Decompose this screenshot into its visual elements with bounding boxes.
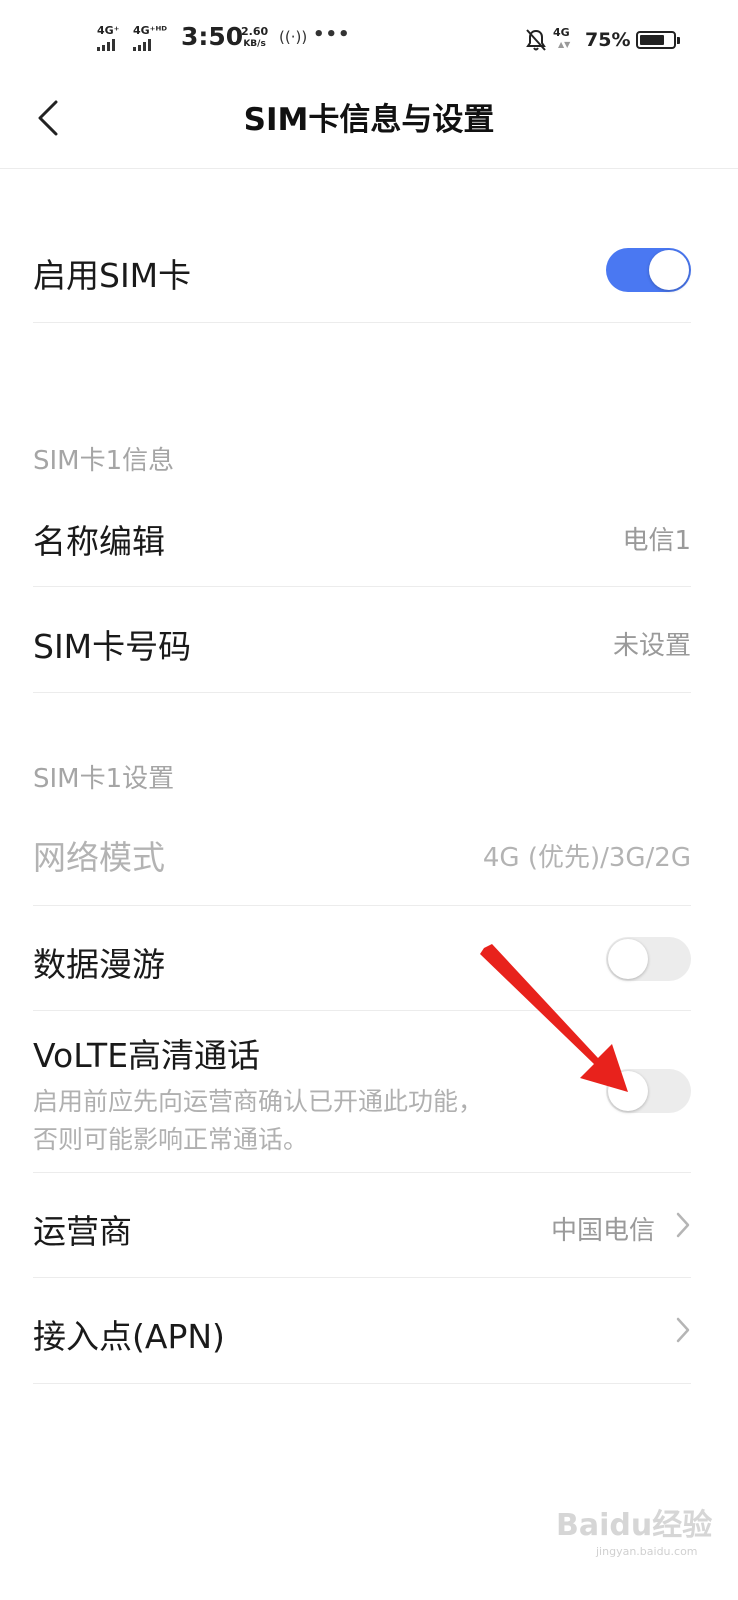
network-mode-label: 网络模式 [33,838,165,877]
battery-percent: 75% [585,29,631,51]
volte-label: VoLTE高清通话 [33,1036,261,1075]
sim2-network-type: 4G⁺ᴴᴰ [133,24,168,37]
sim-number-row[interactable]: SIM卡号码 未设置 [33,587,691,693]
mobile-data-type: 4G [553,26,570,39]
sim-number-value: 未设置 [612,631,691,661]
speed-unit: KB/s [243,39,266,49]
apn-label: 接入点(APN) [33,1317,225,1356]
data-roaming-label: 数据漫游 [33,945,165,984]
status-bar: 4G⁺ 4G⁺ᴴᴰ 3:50 2.60 KB/s ((·)) ••• 4G ▲▼… [0,0,738,80]
carrier-row[interactable]: 运营商 中国电信 [33,1173,691,1278]
sim-info-section-title: SIM卡1信息 [33,446,175,476]
volte-description-line2: 否则可能影响正常通话。 [33,1125,309,1154]
enable-sim-row[interactable]: 启用SIM卡 [33,215,691,323]
chevron-right-icon [676,1212,690,1238]
speed-value: 2.60 [241,25,269,38]
data-activity-icon: ▲▼ [558,40,571,49]
clock: 3:50 [181,22,244,51]
network-speed: 2.60 KB/s [241,26,268,50]
sim1-network-type: 4G⁺ [97,24,120,37]
sim-number-label: SIM卡号码 [33,627,192,666]
network-mode-row: 网络模式 4G (优先)/3G/2G [33,799,691,906]
page-title: SIM卡信息与设置 [243,102,495,138]
battery-icon [636,31,680,49]
baidu-watermark: Baidu经验 [556,1508,713,1543]
sim-settings-section-title: SIM卡1设置 [33,764,175,794]
chevron-right-icon [676,1317,690,1343]
apn-row[interactable]: 接入点(APN) [33,1278,691,1384]
carrier-label: 运营商 [33,1212,132,1251]
enable-sim-label: 启用SIM卡 [33,256,192,295]
annotation-arrow-icon [480,944,628,1092]
name-edit-row[interactable]: 名称编辑 电信1 [33,480,691,587]
name-edit-value: 电信1 [622,526,691,556]
hotspot-icon: ((·)) [279,28,308,46]
app-header: SIM卡信息与设置 [0,80,738,169]
volte-description-line1: 启用前应先向运营商确认已开通此功能， [33,1087,484,1116]
name-edit-label: 名称编辑 [33,522,165,561]
network-mode-value: 4G (优先)/3G/2G [482,843,691,873]
carrier-value: 中国电信 [550,1216,655,1246]
enable-sim-toggle[interactable] [606,248,691,292]
more-notifications-icon: ••• [313,24,351,45]
mute-bell-icon [526,29,546,51]
baidu-watermark-url: jingyan.baidu.com [596,1545,698,1558]
